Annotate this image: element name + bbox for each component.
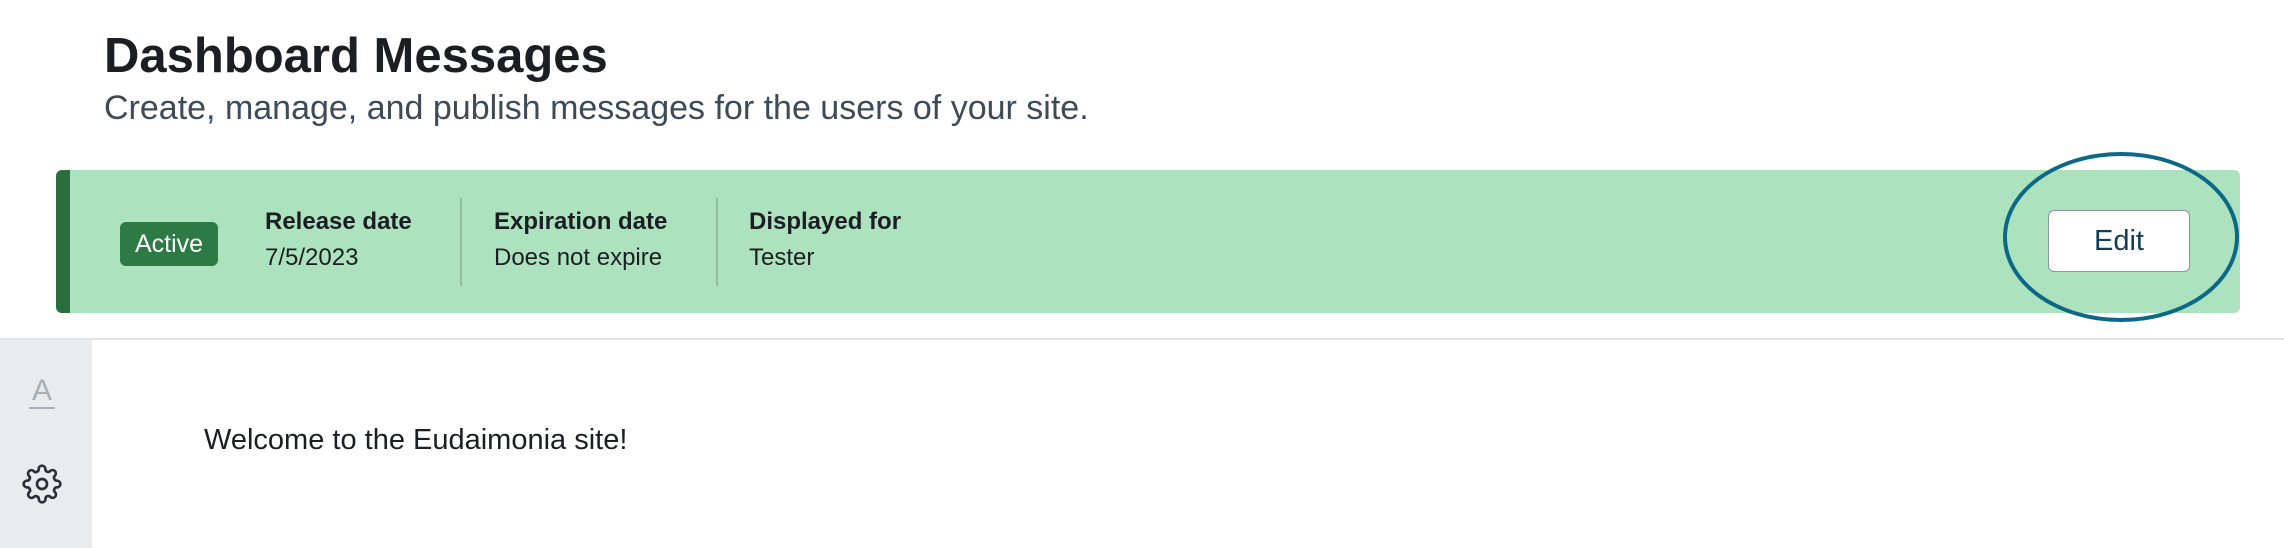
expiration-date-value: Does not expire	[494, 244, 663, 271]
page-title: Dashboard Messages	[104, 29, 608, 83]
gear-icon[interactable]	[22, 464, 62, 504]
field-divider	[716, 198, 718, 286]
displayed-for-value: Tester	[749, 244, 815, 271]
message-status-banner: Active Release date 7/5/2023 Expiration …	[56, 170, 2240, 313]
font-color-icon[interactable]: A	[26, 368, 58, 416]
displayed-for-label: Displayed for	[749, 208, 902, 235]
expiration-date-label: Expiration date	[494, 208, 668, 235]
edit-button[interactable]: Edit	[2048, 210, 2190, 272]
page-subtitle: Create, manage, and publish messages for…	[104, 89, 1089, 127]
expiration-date-field: Expiration date Does not expire	[494, 206, 667, 278]
displayed-for-field: Displayed for Tester	[749, 206, 901, 278]
release-date-value: 7/5/2023	[265, 244, 359, 271]
status-badge: Active	[120, 222, 219, 266]
banner-accent-bar	[56, 170, 70, 313]
section-divider	[0, 338, 2284, 340]
svg-text:A: A	[32, 374, 52, 407]
release-date-label: Release date	[265, 208, 412, 235]
editor-side-rail: A	[0, 340, 92, 548]
release-date-field: Release date 7/5/2023	[265, 206, 412, 278]
field-divider	[460, 198, 462, 286]
page-header: Dashboard Messages Create, manage, and p…	[104, 26, 1089, 130]
message-body-text: Welcome to the Eudaimonia site!	[204, 424, 628, 456]
